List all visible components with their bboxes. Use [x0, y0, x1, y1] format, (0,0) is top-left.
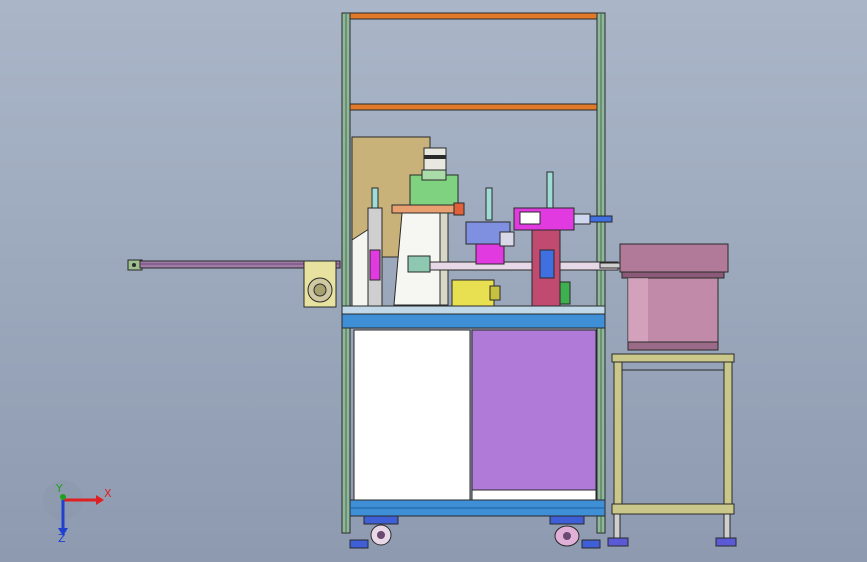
yellow-motor: [451, 279, 501, 307]
axis-z-label: Z: [58, 532, 66, 545]
cabinet: [349, 329, 606, 517]
middle-actuator: [465, 187, 515, 265]
caster-wheel-icon: [349, 515, 399, 549]
bowl-stand: [607, 353, 737, 547]
axis-y-label: Y: [55, 482, 63, 495]
caster-wheel-icon: [549, 515, 601, 549]
cad-viewport[interactable]: X Y Z: [0, 0, 867, 562]
axis-triad-icon: [43, 480, 104, 536]
vibratory-bowl-icon: [619, 243, 729, 351]
left-motor-block: [303, 260, 337, 308]
axis-x-label: X: [104, 487, 112, 500]
table-top: [341, 305, 606, 329]
